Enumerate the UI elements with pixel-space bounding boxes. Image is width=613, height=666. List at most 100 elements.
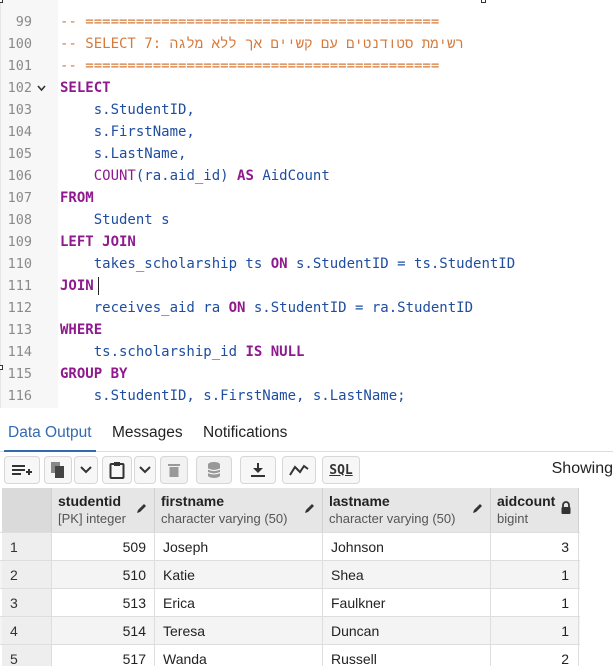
- code-line[interactable]: 102 SELECT: [0, 77, 613, 99]
- code-token: AS: [237, 168, 254, 184]
- code-line[interactable]: 105 s.LastName,: [0, 143, 613, 165]
- line-number: 101: [7, 58, 32, 74]
- table-row[interactable]: 2 510 Katie Shea 1: [0, 560, 580, 589]
- column-header-aidcount[interactable]: aidcount bigint: [491, 488, 579, 532]
- line-number: 107: [7, 190, 32, 206]
- table-cell[interactable]: 514: [52, 617, 155, 645]
- table-cell[interactable]: Duncan: [323, 617, 491, 645]
- code-line[interactable]: 114 ts.scholarship_id IS NULL: [0, 341, 613, 363]
- paste-button[interactable]: [102, 456, 132, 484]
- table-cell[interactable]: Shea: [323, 561, 491, 589]
- row-number[interactable]: 5: [2, 645, 52, 666]
- code-text: WHERE: [60, 319, 102, 341]
- table-cell[interactable]: Russell: [323, 645, 491, 666]
- code-line[interactable]: 112 receives_aid ra ON s.StudentID = ra.…: [0, 297, 613, 319]
- code-text: receives_aid ra ON s.StudentID = ra.Stud…: [60, 297, 473, 319]
- code-line[interactable]: 103 s.StudentID,: [0, 99, 613, 121]
- table-cell[interactable]: 510: [52, 561, 155, 589]
- selection-handle-right[interactable]: [481, 0, 486, 3]
- tab-data-output[interactable]: Data Output: [8, 424, 92, 442]
- code-line[interactable]: 116 s.StudentID, s.FirstName, s.LastName…: [0, 385, 613, 407]
- table-cell[interactable]: Wanda: [155, 645, 323, 666]
- table-cell[interactable]: Teresa: [155, 617, 323, 645]
- code-line[interactable]: 109 LEFT JOIN: [0, 231, 613, 253]
- code-line[interactable]: 106 COUNT(ra.aid_id) AS AidCount: [0, 165, 613, 187]
- copy-button[interactable]: [44, 456, 72, 484]
- copy-options-dropdown[interactable]: [74, 456, 98, 484]
- results-tabs: Data Output Messages Notifications: [0, 416, 613, 452]
- code-text: takes_scholarship ts ON s.StudentID = ts…: [60, 253, 515, 275]
- code-line[interactable]: 107 FROM: [0, 187, 613, 209]
- line-number: 104: [7, 124, 32, 140]
- column-header-lastname[interactable]: lastname character varying (50): [323, 488, 491, 532]
- line-number: 100: [7, 36, 32, 52]
- code-line[interactable]: 108 Student s: [0, 209, 613, 231]
- code-token: IS NULL: [245, 344, 305, 360]
- lock-icon: [561, 501, 571, 514]
- delete-button[interactable]: [160, 456, 188, 484]
- selection-handle-bottom[interactable]: [0, 365, 3, 370]
- graph-visualiser-button[interactable]: [282, 456, 316, 484]
- code-token: s.StudentID = ra.StudentID: [245, 300, 474, 316]
- paste-options-dropdown[interactable]: [134, 456, 156, 484]
- table-row[interactable]: 5 517 Wanda Russell 2: [0, 644, 580, 666]
- sql-icon: SQL: [329, 462, 353, 478]
- code-token: SELECT: [60, 80, 111, 96]
- code-line[interactable]: 115 GROUP BY: [0, 363, 613, 385]
- row-number[interactable]: 1: [2, 533, 52, 561]
- table-cell[interactable]: Faulkner: [323, 589, 491, 617]
- column-name: studentid: [58, 493, 121, 509]
- table-cell[interactable]: Erica: [155, 589, 323, 617]
- code-token: LEFT JOIN: [60, 234, 136, 250]
- sql-button[interactable]: SQL: [322, 456, 360, 484]
- sql-editor[interactable]: 99 -- ===================================…: [0, 0, 613, 408]
- table-cell[interactable]: 509: [52, 533, 155, 561]
- line-number: 116: [7, 388, 32, 404]
- row-number[interactable]: 2: [2, 561, 52, 589]
- code-line[interactable]: 99 -- ===================================…: [0, 11, 613, 33]
- table-cell[interactable]: 1: [491, 617, 579, 645]
- column-type: bigint: [497, 511, 529, 526]
- line-number: 105: [7, 146, 32, 162]
- column-name: aidcount: [497, 493, 556, 509]
- table-row[interactable]: 1 509 Joseph Johnson 3: [0, 532, 580, 561]
- line-number: 114: [7, 344, 32, 360]
- code-line[interactable]: 104 s.FirstName,: [0, 121, 613, 143]
- code-token: GROUP BY: [60, 366, 128, 382]
- column-header-studentid[interactable]: studentid [PK] integer: [52, 488, 155, 532]
- table-cell[interactable]: 2: [491, 645, 579, 666]
- save-data-button[interactable]: [196, 456, 232, 484]
- line-number: 102: [7, 80, 32, 96]
- copy-icon: [51, 462, 64, 478]
- tab-notifications[interactable]: Notifications: [203, 424, 287, 442]
- selection-handle-left[interactable]: [0, 0, 3, 3]
- column-header-firstname[interactable]: firstname character varying (50): [155, 488, 323, 532]
- code-line[interactable]: 101 -- ==================================…: [0, 55, 613, 77]
- save-data-icon: [207, 462, 221, 478]
- row-number[interactable]: 3: [2, 589, 52, 617]
- table-cell[interactable]: Katie: [155, 561, 323, 589]
- code-token: s.StudentID,: [60, 102, 195, 118]
- table-cell[interactable]: 517: [52, 645, 155, 666]
- code-line[interactable]: 113 WHERE: [0, 319, 613, 341]
- code-line[interactable]: 100 -- SELECT 7: רשימת סטודנטים עם קשיים …: [0, 33, 613, 55]
- table-cell[interactable]: 1: [491, 561, 579, 589]
- add-row-button[interactable]: [4, 456, 40, 484]
- row-number[interactable]: 4: [2, 617, 52, 645]
- table-row[interactable]: 4 514 Teresa Duncan 1: [0, 616, 580, 645]
- text-cursor: [97, 277, 99, 295]
- line-number: 109: [7, 234, 32, 250]
- table-row[interactable]: 3 513 Erica Faulkner 1: [0, 588, 580, 617]
- table-cell[interactable]: Johnson: [323, 533, 491, 561]
- code-line[interactable]: 110 takes_scholarship ts ON s.StudentID …: [0, 253, 613, 275]
- table-cell[interactable]: 3: [491, 533, 579, 561]
- table-cell[interactable]: 1: [491, 589, 579, 617]
- code-token: ON: [270, 256, 288, 272]
- download-button[interactable]: [240, 456, 276, 484]
- table-cell[interactable]: 513: [52, 589, 155, 617]
- code-line[interactable]: 111 JOIN: [0, 275, 613, 297]
- table-cell[interactable]: Joseph: [155, 533, 323, 561]
- tab-messages[interactable]: Messages: [112, 424, 183, 442]
- data-toolbar: SQL Showing: [0, 452, 613, 488]
